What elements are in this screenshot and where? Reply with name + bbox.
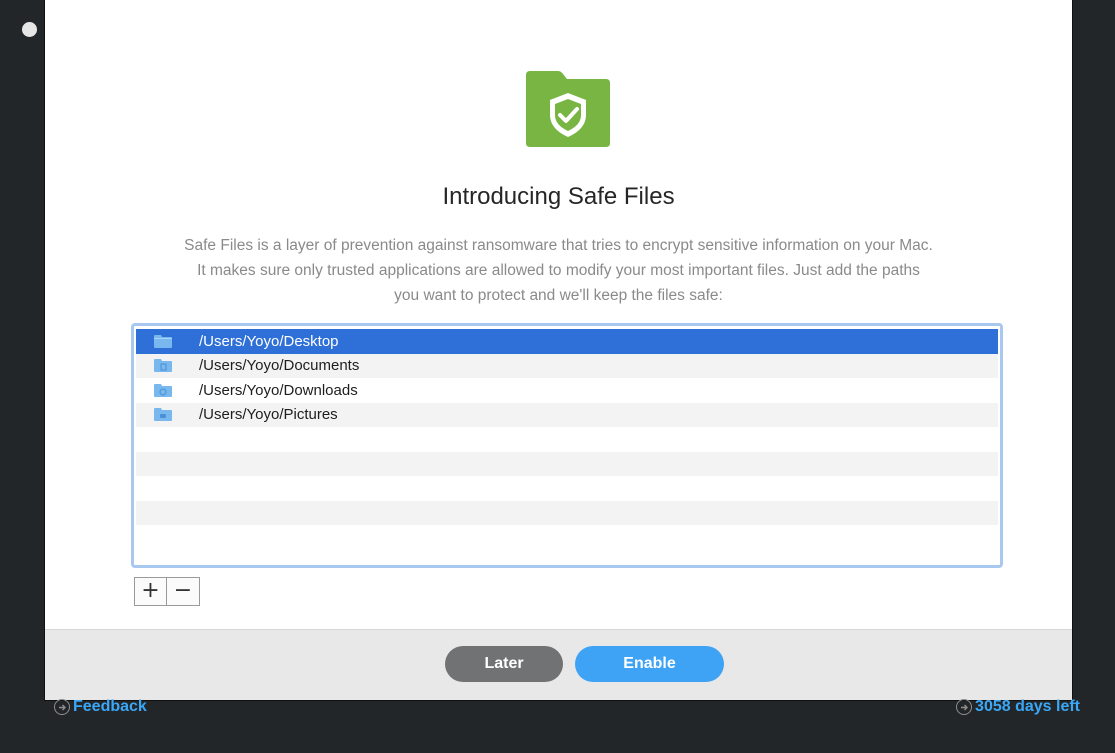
add-path-button[interactable]: +: [134, 577, 167, 606]
arrow-circle-icon: [54, 699, 70, 715]
dialog-description: Safe Files is a layer of prevention agai…: [105, 233, 1012, 308]
later-button[interactable]: Later: [445, 646, 563, 682]
shield-folder-icon: [526, 71, 610, 147]
description-line: It makes sure only trusted applications …: [197, 262, 920, 279]
path-row-downloads[interactable]: /Users/Yoyo/Downloads: [136, 378, 998, 403]
path-label: /Users/Yoyo/Pictures: [199, 406, 338, 424]
safe-files-dialog: Introducing Safe Files Safe Files is a l…: [45, 0, 1072, 700]
days-left-label: 3058 days left: [975, 698, 1080, 715]
path-label: /Users/Yoyo/Documents: [199, 357, 360, 375]
documents-folder-icon: [154, 359, 172, 373]
path-row-desktop[interactable]: /Users/Yoyo/Desktop: [136, 329, 998, 354]
path-row-documents[interactable]: /Users/Yoyo/Documents: [136, 353, 998, 378]
empty-row: [136, 451, 998, 476]
protected-paths-list[interactable]: /Users/Yoyo/Desktop /Users/Yoyo/Document…: [131, 323, 1003, 568]
description-line: you want to protect and we'll keep the f…: [394, 287, 723, 304]
desktop-folder-icon: [154, 334, 172, 348]
downloads-folder-icon: [154, 383, 172, 397]
arrow-circle-icon: [956, 699, 973, 715]
enable-button[interactable]: Enable: [575, 646, 724, 682]
remove-path-button[interactable]: −: [167, 577, 200, 606]
empty-row: [136, 525, 998, 550]
path-row-pictures[interactable]: /Users/Yoyo/Pictures: [136, 402, 998, 427]
description-line: Safe Files is a layer of prevention agai…: [184, 237, 933, 254]
days-left-link[interactable]: 3058 days left: [956, 695, 1080, 719]
window-close-dot[interactable]: [22, 22, 37, 37]
path-label: /Users/Yoyo/Desktop: [199, 332, 339, 350]
feedback-label: Feedback: [73, 698, 147, 715]
path-label: /Users/Yoyo/Downloads: [199, 381, 358, 399]
pictures-folder-icon: [154, 408, 172, 422]
empty-row: [136, 476, 998, 501]
empty-row: [136, 500, 998, 525]
dialog-title: Introducing Safe Files: [442, 183, 675, 210]
feedback-link[interactable]: Feedback: [54, 695, 147, 719]
empty-row: [136, 427, 998, 452]
dialog-button-bar: Later Enable: [45, 629, 1072, 700]
